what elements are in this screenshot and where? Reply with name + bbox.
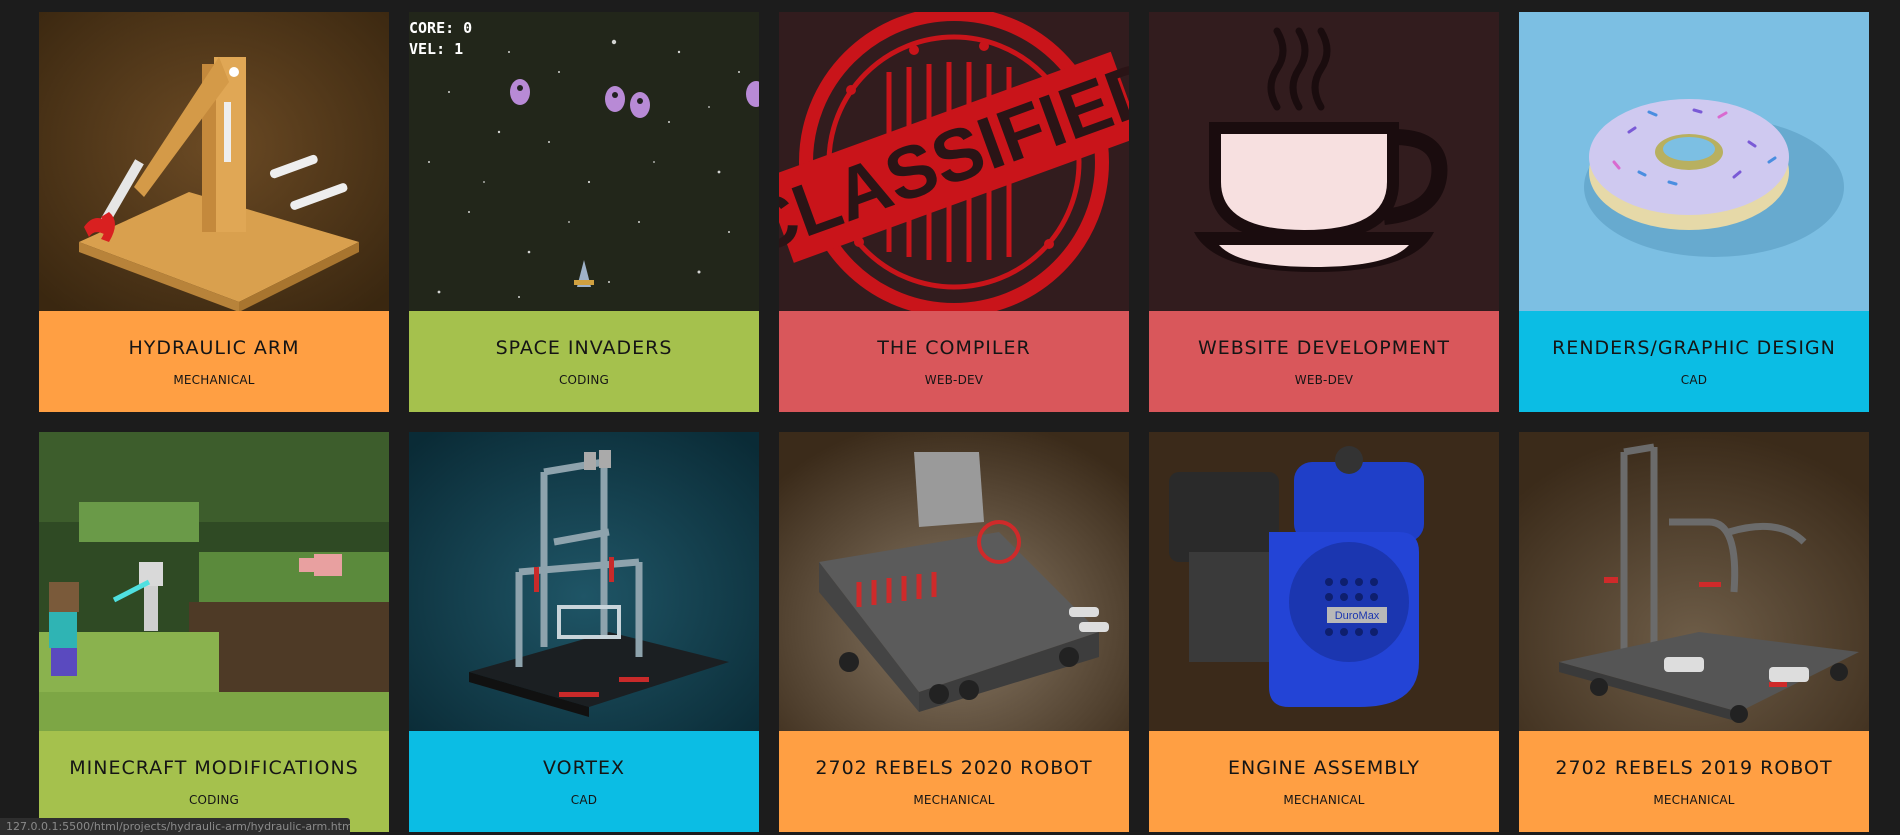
project-title: 2702 REBELS 2019 ROBOT	[1555, 756, 1833, 779]
project-card-vortex[interactable]: VORTEX CAD	[409, 432, 759, 832]
project-caption: 2702 REBELS 2020 ROBOT MECHANICAL	[779, 731, 1129, 832]
engine-image: DuroMax	[1149, 432, 1499, 731]
coffee-cup-icon	[1149, 12, 1499, 311]
project-category: WEB-DEV	[1294, 372, 1354, 387]
project-category: CAD	[570, 792, 598, 807]
project-caption: VORTEX CAD	[409, 731, 759, 832]
engine-brand-label: DuroMax	[1335, 610, 1380, 622]
project-category: MECHANICAL	[1653, 792, 1735, 807]
project-title: MINECRAFT MODIFICATIONS	[69, 756, 359, 779]
donut-image	[1519, 12, 1869, 311]
project-title: RENDERS/GRAPHIC DESIGN	[1552, 336, 1836, 359]
project-category: CODING	[188, 792, 240, 807]
project-thumbnail-the-compiler[interactable]: CLASSIFIED	[779, 12, 1129, 311]
project-thumbnail-hydraulic-arm[interactable]	[39, 12, 389, 311]
project-caption: SPACE INVADERS CODING	[409, 311, 759, 412]
hydraulic-arm-image	[39, 12, 389, 311]
project-thumbnail-vortex[interactable]	[409, 432, 759, 731]
project-title: 2702 REBELS 2020 ROBOT	[815, 756, 1093, 779]
project-category: WEB-DEV	[924, 372, 984, 387]
project-card-space-invaders[interactable]: CORE: 0 VEL: 1 SPACE INVADERS CODING	[409, 12, 759, 412]
project-caption: MINECRAFT MODIFICATIONS CODING	[39, 731, 389, 832]
level-readout: VEL: 1	[409, 40, 464, 58]
project-card-website-development[interactable]: WEBSITE DEVELOPMENT WEB-DEV	[1149, 12, 1499, 412]
project-caption: HYDRAULIC ARM MECHANICAL	[39, 311, 389, 412]
vortex-robot-image	[409, 432, 759, 731]
project-caption: 2702 REBELS 2019 ROBOT MECHANICAL	[1519, 731, 1869, 832]
project-card-rebels-2019-robot[interactable]: 2702 REBELS 2019 ROBOT MECHANICAL	[1519, 432, 1869, 832]
project-category: MECHANICAL	[913, 792, 995, 807]
project-thumbnail-space-invaders[interactable]: CORE: 0 VEL: 1	[409, 12, 759, 311]
project-card-rebels-2020-robot[interactable]: 2702 REBELS 2020 ROBOT MECHANICAL	[779, 432, 1129, 832]
robot-2020-image	[779, 432, 1129, 731]
project-title: THE COMPILER	[877, 336, 1031, 359]
project-thumbnail-minecraft[interactable]	[39, 432, 389, 731]
project-card-minecraft-modifications[interactable]: MINECRAFT MODIFICATIONS CODING	[39, 432, 389, 832]
project-caption: ENGINE ASSEMBLY MECHANICAL	[1149, 731, 1499, 832]
project-caption: WEBSITE DEVELOPMENT WEB-DEV	[1149, 311, 1499, 412]
project-caption: THE COMPILER WEB-DEV	[779, 311, 1129, 412]
project-card-hydraulic-arm[interactable]: HYDRAULIC ARM MECHANICAL	[39, 12, 389, 412]
project-thumbnail-rebels-2020[interactable]	[779, 432, 1129, 731]
project-thumbnail-rebels-2019[interactable]	[1519, 432, 1869, 731]
project-title: VORTEX	[542, 756, 626, 779]
project-thumbnail-renders[interactable]	[1519, 12, 1869, 311]
project-title: ENGINE ASSEMBLY	[1227, 756, 1421, 779]
project-category: CAD	[1680, 372, 1708, 387]
space-invaders-hud: CORE: 0 VEL: 1	[409, 18, 472, 60]
project-card-engine-assembly[interactable]: DuroMax ENGINE ASSEMBLY MECHANICAL	[1149, 432, 1499, 832]
project-card-the-compiler[interactable]: CLASSIFIED THE COMPILER WEB-DEV	[779, 12, 1129, 412]
project-category: MECHANICAL	[173, 372, 255, 387]
project-thumbnail-engine-assembly[interactable]: DuroMax	[1149, 432, 1499, 731]
project-title: HYDRAULIC ARM	[128, 336, 300, 359]
project-thumbnail-website-development[interactable]	[1149, 12, 1499, 311]
classified-stamp-image: CLASSIFIED	[779, 12, 1129, 311]
project-category: CODING	[558, 372, 610, 387]
project-caption: RENDERS/GRAPHIC DESIGN CAD	[1519, 311, 1869, 412]
project-grid: HYDRAULIC ARM MECHANICAL CORE: 0 VEL: 1 …	[39, 12, 1869, 832]
minecraft-image	[39, 432, 389, 731]
browser-status-bar: 127.0.0.1:5500/html/projects/hydraulic-a…	[0, 818, 350, 835]
project-card-renders-graphic-design[interactable]: RENDERS/GRAPHIC DESIGN CAD	[1519, 12, 1869, 412]
project-title: SPACE INVADERS	[495, 336, 673, 359]
robot-2019-image	[1519, 432, 1869, 731]
score-readout: CORE: 0	[409, 19, 473, 37]
project-title: WEBSITE DEVELOPMENT	[1198, 336, 1450, 359]
project-category: MECHANICAL	[1283, 792, 1365, 807]
